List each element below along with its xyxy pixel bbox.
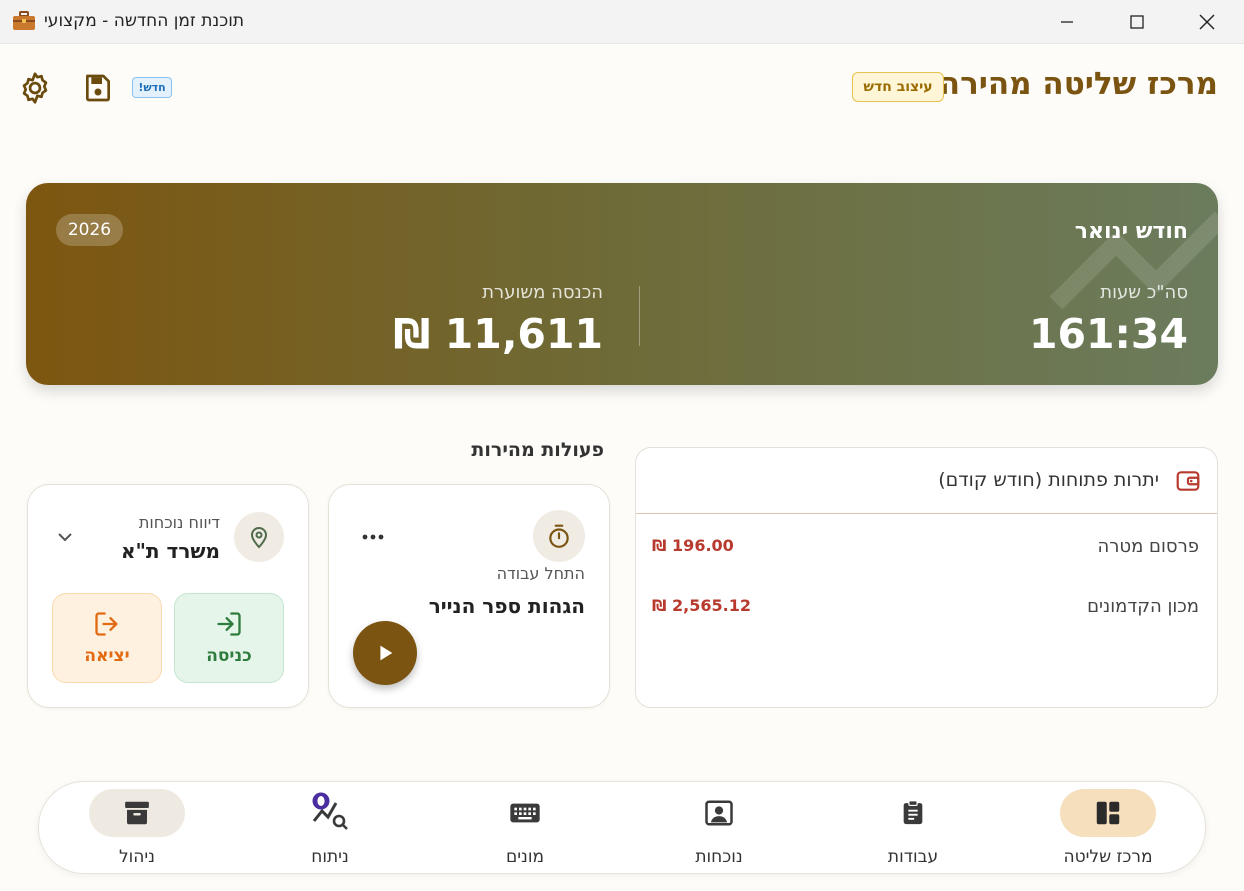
job-name: הגהות ספר הנייר (428, 594, 585, 618)
nav-item-jobs[interactable]: עבודות (843, 782, 983, 875)
month-summary-card: חודש ינואר 2026 סה"כ שעות 161:34 הכנסה מ… (26, 183, 1218, 385)
nav-label: עבודות (887, 847, 939, 867)
balance-client-name: מכון הקדמונים (1087, 596, 1199, 617)
check-out-label: יציאה (84, 646, 130, 666)
archive-icon (125, 801, 149, 825)
nav-item-dashboard[interactable]: מרכז שליטה (1038, 782, 1178, 875)
quick-actions-title: פעולות מהירות (471, 439, 604, 461)
balances-title: יתרות פתוחות (חודש קודם) (938, 469, 1159, 491)
balance-amount: 196.00 ₪ (652, 536, 734, 555)
keyboard-icon (510, 803, 540, 823)
redesign-badge: עיצוב חדש (852, 72, 944, 102)
year-badge: 2026 (56, 214, 123, 246)
nav-label: נוכחות (695, 847, 743, 867)
nav-label: ניהול (118, 847, 155, 867)
stopwatch-icon (549, 524, 569, 548)
attendance-report-label: דיווח נוכחות (138, 513, 220, 532)
timer-icon-circle (533, 510, 585, 562)
summary-divider (639, 286, 640, 346)
person-card-icon (705, 800, 733, 826)
wallet-icon (1176, 471, 1200, 491)
save-icon (86, 74, 110, 102)
gear-icon (22, 72, 48, 104)
more-dots-icon (362, 534, 384, 540)
balances-header: יתרות פתוחות (חודש קודם) (636, 448, 1217, 514)
close-button[interactable] (1172, 0, 1242, 44)
nav-icon-holder (671, 789, 767, 837)
more-options-button[interactable] (361, 529, 385, 543)
check-in-button[interactable]: כניסה (174, 593, 284, 683)
dashboard-icon (1096, 801, 1120, 825)
analytics-icon (312, 792, 348, 830)
nav-label: ניתוח (311, 847, 349, 867)
new-badge: חדש! (132, 77, 172, 98)
bottom-navigation: מרכז שליטה עבודות נוכחות מונים ניתוח ניה… (38, 781, 1206, 874)
nav-item-management[interactable]: ניהול (67, 782, 207, 875)
balance-client-name: פרסום מטרה (1097, 536, 1199, 557)
page-title: מרכז שליטה מהירה (938, 66, 1218, 102)
login-icon (217, 612, 241, 636)
total-hours-value: 161:34 (1028, 310, 1188, 358)
total-hours-label: סה"כ שעות (1100, 282, 1188, 303)
save-button[interactable] (80, 70, 116, 106)
location-pin-icon (250, 527, 268, 549)
logout-icon (95, 612, 118, 636)
briefcase-icon (12, 11, 36, 31)
start-work-label: התחל עבודה (496, 564, 585, 583)
nav-item-counters[interactable]: מונים (455, 782, 595, 875)
balance-amount: 2,565.12 ₪ (652, 596, 751, 615)
location-name[interactable]: משרד ת"א (121, 539, 220, 563)
nav-active-indicator (1060, 789, 1156, 837)
maximize-button[interactable] (1102, 0, 1172, 44)
estimated-income-label: הכנסה משוערת (482, 282, 603, 303)
minimize-button[interactable] (1032, 0, 1102, 44)
month-title: חודש ינואר (1074, 219, 1188, 244)
nav-item-analytics[interactable]: ניתוח (260, 782, 400, 875)
chevron-down-icon (58, 533, 72, 542)
location-dropdown-button[interactable] (56, 529, 74, 543)
nav-item-attendance[interactable]: נוכחות (649, 782, 789, 875)
window-title: תוכנת זמן החדשה - מקצועי (44, 11, 244, 31)
nav-hover-indicator (89, 789, 185, 837)
play-icon (380, 645, 393, 661)
start-work-button[interactable] (353, 621, 417, 685)
settings-button[interactable] (16, 69, 54, 107)
nav-icon-holder (865, 789, 961, 837)
nav-label: מונים (505, 847, 545, 867)
title-bar: תוכנת זמן החדשה - מקצועי (0, 0, 1244, 44)
check-in-label: כניסה (206, 646, 252, 666)
location-icon-circle (234, 512, 284, 562)
nav-icon-holder (282, 789, 378, 837)
estimated-income-value: 11,611 ₪ (393, 310, 603, 358)
open-balances-card: יתרות פתוחות (חודש קודם) פרסום מטרה 196.… (635, 447, 1218, 708)
check-out-button[interactable]: יציאה (52, 593, 162, 683)
clipboard-icon (903, 800, 923, 825)
nav-label: מרכז שליטה (1063, 847, 1153, 867)
attendance-card: דיווח נוכחות משרד ת"א כניסה יציאה (27, 484, 309, 708)
nav-icon-holder (477, 789, 573, 837)
start-work-card: התחל עבודה הגהות ספר הנייר (328, 484, 610, 708)
